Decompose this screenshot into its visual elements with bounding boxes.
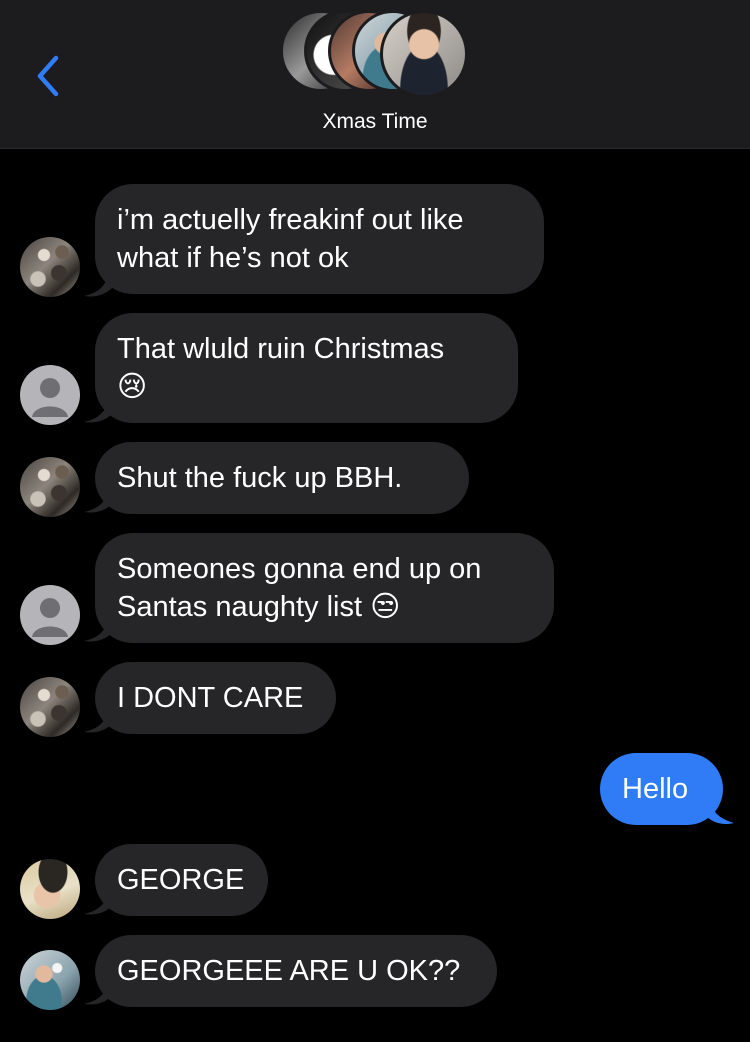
- person-icon: [32, 598, 68, 637]
- group-avatar-stack[interactable]: [280, 10, 470, 100]
- group-member-avatar: [380, 10, 468, 98]
- person-icon: [32, 378, 68, 417]
- message-bubble-incoming[interactable]: GEORGE: [95, 844, 268, 916]
- message-bubble-incoming[interactable]: That wluld ruin Christmas 😢: [95, 313, 518, 423]
- sender-avatar[interactable]: [20, 950, 80, 1010]
- default-avatar-icon[interactable]: [20, 585, 80, 645]
- message-bubble-incoming[interactable]: I DONT CARE: [95, 662, 336, 734]
- default-avatar-icon[interactable]: [20, 365, 80, 425]
- sender-avatar[interactable]: [20, 237, 80, 297]
- chevron-left-icon[interactable]: [30, 52, 66, 100]
- conversation-title[interactable]: Xmas Time: [0, 110, 750, 134]
- message-bubble-incoming[interactable]: Shut the fuck up BBH.: [95, 442, 469, 514]
- sender-avatar[interactable]: [20, 677, 80, 737]
- message-bubble-incoming[interactable]: Someones gonna end up on Santas naughty …: [95, 533, 554, 643]
- message-bubble-incoming[interactable]: i’m actuelly freakinf out like what if h…: [95, 184, 544, 294]
- message-bubble-incoming[interactable]: GEORGEEE ARE U OK??: [95, 935, 497, 1007]
- message-bubble-outgoing[interactable]: Hello: [600, 753, 723, 825]
- sender-avatar[interactable]: [20, 859, 80, 919]
- sender-avatar[interactable]: [20, 457, 80, 517]
- conversation-header: Xmas Time: [0, 0, 750, 149]
